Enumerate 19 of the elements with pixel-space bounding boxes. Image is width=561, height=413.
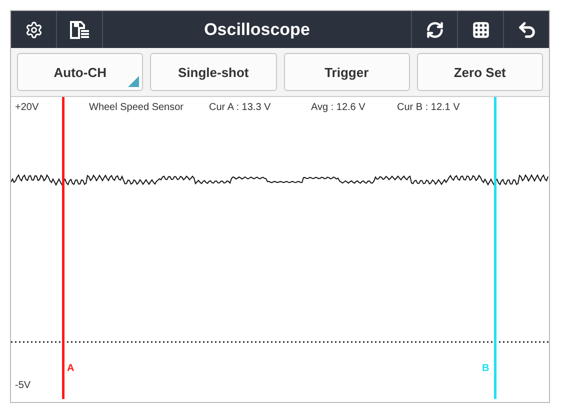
signal-name: Wheel Speed Sensor — [89, 102, 184, 113]
refresh-icon — [426, 20, 444, 38]
reading-text: Cur B : 12.1 V — [397, 102, 460, 113]
reading-text: Cur A : 13.3 V — [209, 102, 271, 113]
channel-dropdown[interactable]: Auto-CH — [17, 53, 144, 91]
window-title: Oscilloscope — [204, 20, 310, 40]
dropdown-corner-icon — [128, 76, 140, 87]
save-list-icon — [70, 20, 90, 38]
y-min-label: -5V — [15, 380, 31, 391]
cursor-label: B — [482, 363, 490, 374]
toolbar-button[interactable]: Zero Set — [416, 53, 543, 91]
toolbar-button[interactable]: Trigger — [284, 53, 410, 91]
y-max-label: +20V — [15, 102, 39, 113]
grid-icon — [472, 20, 490, 38]
return-arrow-icon — [516, 20, 536, 40]
settings-icon — [24, 20, 42, 38]
cursor-label: A — [67, 363, 74, 374]
toolbar-button[interactable]: Single-shot — [150, 53, 276, 91]
reading-text: Avg : 12.6 V — [311, 102, 366, 113]
